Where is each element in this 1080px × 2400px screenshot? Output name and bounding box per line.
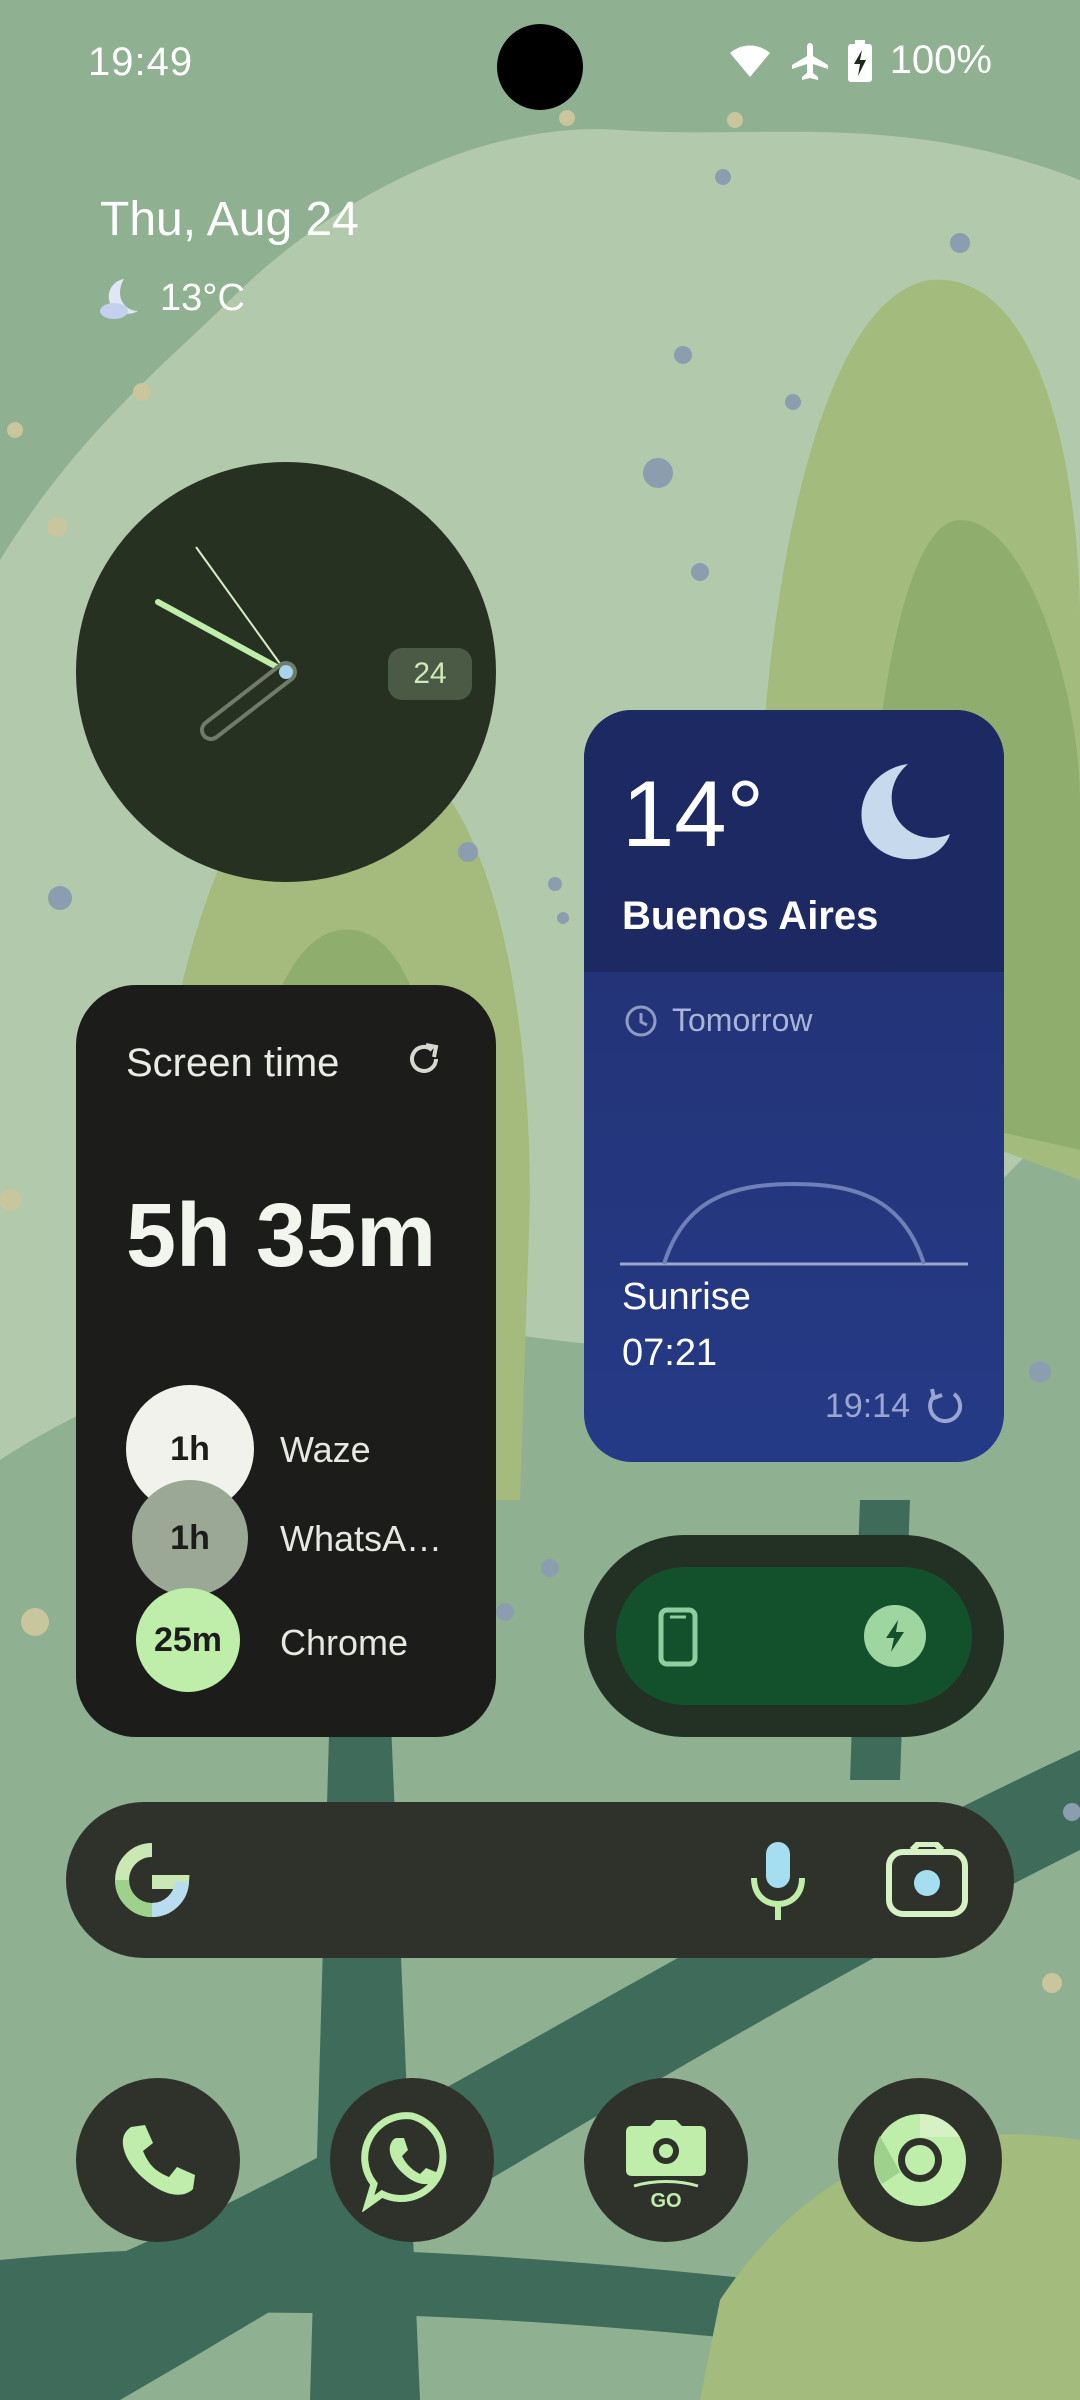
- whatsapp-app-icon[interactable]: [330, 2078, 494, 2242]
- camera-go-app-icon[interactable]: GO: [584, 2078, 748, 2242]
- minute-hand: [155, 599, 289, 675]
- glance-date[interactable]: Thu, Aug 24: [100, 192, 359, 247]
- battery-percent: 100%: [889, 38, 992, 82]
- camera-go-label: GO: [650, 2190, 681, 2210]
- battery-device-pill: [616, 1567, 972, 1705]
- airplane-icon: [791, 42, 828, 80]
- battery-charging-icon: [847, 39, 872, 82]
- clock-date-badge: 24: [388, 648, 472, 700]
- wifi-icon: [729, 45, 770, 77]
- weather-updated: 19:14: [825, 1386, 964, 1426]
- screen-time-title: Screen time: [126, 1041, 340, 1085]
- moon-cloud-icon: [100, 279, 138, 319]
- camera-icon: GO: [626, 2120, 706, 2210]
- glance-weather[interactable]: 13°C: [98, 275, 245, 321]
- status-time: 19:49: [88, 40, 194, 84]
- tomorrow-text: Tomorrow: [672, 1002, 813, 1038]
- phone-icon: [658, 1607, 698, 1667]
- usage-badge: 1h: [132, 1480, 248, 1596]
- weather-temperature: 14°: [622, 761, 765, 866]
- updated-time: 19:14: [824, 1386, 910, 1425]
- microphone-icon[interactable]: [748, 1838, 808, 1922]
- analog-clock-widget[interactable]: 24: [76, 462, 496, 882]
- clock-icon: [625, 1005, 657, 1036]
- weather-widget[interactable]: 14° Buenos Aires Tomorrow Sunrise 07:21 …: [584, 710, 1004, 1462]
- app-usage-row[interactable]: 25m Chrome: [126, 1588, 466, 1708]
- app-usage-row[interactable]: 1h WhatsA…: [126, 1480, 466, 1600]
- usage-badge: 25m: [136, 1588, 240, 1692]
- screen-time-total: 5h 35m: [126, 1186, 437, 1286]
- app-name: WhatsA…: [280, 1518, 443, 1559]
- sunrise-arc-icon: [620, 1181, 968, 1266]
- whatsapp-logo-icon: [361, 2112, 447, 2212]
- second-hand: [195, 546, 287, 673]
- phone-app-icon[interactable]: [76, 2078, 240, 2242]
- camera-cutout: [497, 24, 583, 110]
- refresh-icon[interactable]: [924, 1386, 964, 1426]
- chrome-app-icon[interactable]: [838, 2078, 1002, 2242]
- google-search-bar[interactable]: [66, 1802, 1014, 1958]
- google-g-icon[interactable]: [112, 1840, 192, 1920]
- refresh-icon[interactable]: [404, 1039, 444, 1079]
- app-name: Chrome: [280, 1622, 409, 1663]
- status-icons: 100%: [728, 38, 992, 83]
- screen-time-widget[interactable]: Screen time 5h 35m 1h Waze 1h WhatsA… 25…: [76, 985, 496, 1737]
- moon-icon: [861, 764, 950, 860]
- sunrise-label: Sunrise: [622, 1276, 751, 1318]
- glance-temperature: 13°C: [160, 276, 245, 319]
- app-name: Waze: [280, 1429, 371, 1470]
- weather-forecast-label: Tomorrow: [624, 1002, 812, 1039]
- phone-handset-icon: [122, 2125, 195, 2195]
- chrome-logo-icon: [874, 2113, 966, 2206]
- google-lens-icon[interactable]: [886, 1842, 968, 1918]
- sunrise-time: 07:21: [622, 1332, 718, 1374]
- charging-bolt-icon: [864, 1605, 926, 1667]
- status-bar: 19:49 100%: [0, 0, 1080, 130]
- weather-city: Buenos Aires: [622, 894, 879, 938]
- battery-widget[interactable]: [584, 1535, 1004, 1737]
